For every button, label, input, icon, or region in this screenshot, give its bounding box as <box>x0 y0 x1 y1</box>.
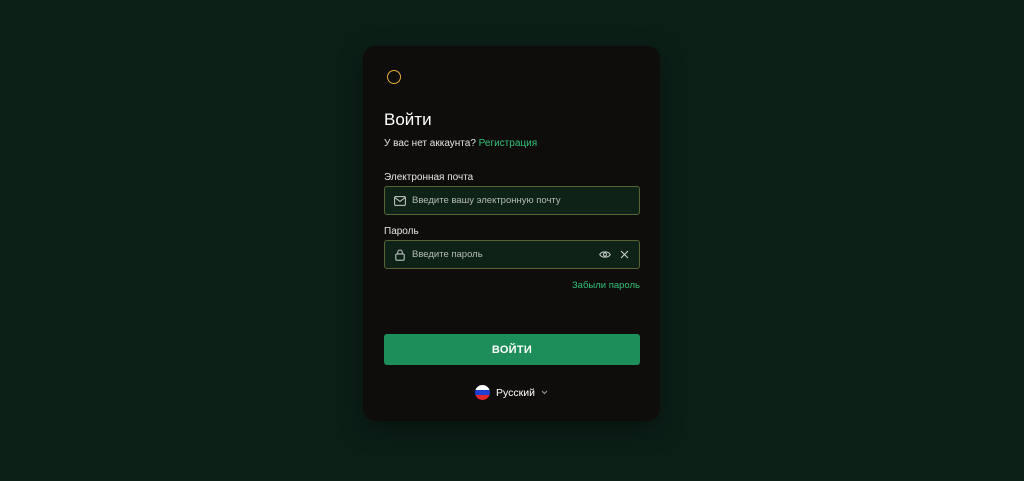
page-title: Войти <box>384 110 432 129</box>
circle-logo-icon <box>387 70 401 84</box>
russia-flag-icon <box>475 385 491 400</box>
email-field-container <box>384 186 640 215</box>
close-icon[interactable] <box>617 248 631 261</box>
signup-link[interactable]: Регистрация <box>479 138 537 149</box>
eye-icon[interactable] <box>598 248 612 261</box>
login-button[interactable]: ВОЙТИ <box>384 334 640 365</box>
language-label: Русский <box>496 386 535 399</box>
password-field-container <box>384 240 640 269</box>
chevron-down-icon <box>541 390 548 395</box>
signup-prompt: У вас нет аккаунта? Регистрация <box>384 138 537 149</box>
email-input[interactable] <box>412 195 631 206</box>
lock-icon <box>393 248 406 261</box>
mail-icon <box>393 194 406 207</box>
flag-stripe-red <box>475 395 491 400</box>
email-label: Электронная почта <box>384 172 474 183</box>
login-card: Войти У вас нет аккаунта? Регистрация Эл… <box>363 46 660 421</box>
language-selector[interactable]: Русский <box>363 385 660 400</box>
password-input[interactable] <box>412 249 593 260</box>
no-account-text: У вас нет аккаунта? <box>384 138 476 149</box>
password-label: Пароль <box>384 226 419 237</box>
forgot-password-link[interactable]: Забыли пароль <box>572 280 640 291</box>
